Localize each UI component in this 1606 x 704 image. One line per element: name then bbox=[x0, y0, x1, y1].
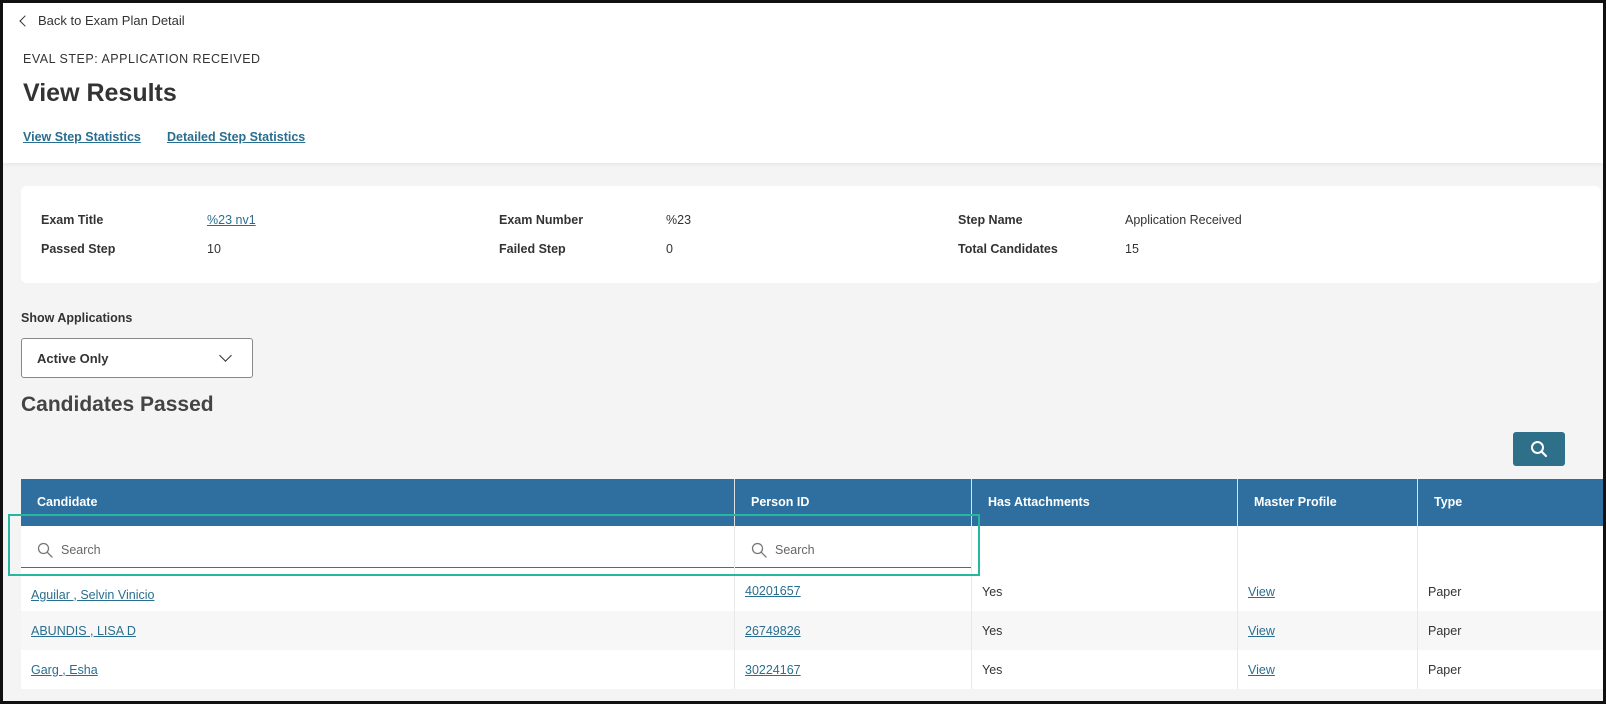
back-link[interactable]: Back to Exam Plan Detail bbox=[19, 13, 185, 28]
search-icon bbox=[37, 542, 53, 558]
attachments-cell: Yes bbox=[972, 611, 1238, 650]
step-name-value: Application Received bbox=[1125, 213, 1242, 227]
candidate-filter-cell: Search bbox=[21, 526, 735, 572]
show-applications-label: Show Applications bbox=[21, 311, 133, 325]
table-row: ABUNDIS , LISA D 26749826 Yes View Paper bbox=[21, 611, 1603, 650]
candidate-link[interactable]: Garg , Esha bbox=[31, 663, 98, 677]
column-header-person-id[interactable]: Person ID bbox=[735, 479, 972, 526]
eval-step-label: EVAL STEP: APPLICATION RECEIVED bbox=[23, 52, 261, 66]
master-profile-cell: View bbox=[1238, 572, 1418, 611]
person-id-cell: 30224167 bbox=[735, 650, 972, 689]
filter-cell-empty bbox=[1238, 526, 1418, 572]
master-profile-view-link[interactable]: View bbox=[1248, 585, 1275, 599]
candidate-cell: Aguilar , Selvin Vinicio bbox=[21, 572, 735, 611]
show-applications-select[interactable]: Active Only bbox=[21, 338, 253, 378]
page-header: Back to Exam Plan Detail EVAL STEP: APPL… bbox=[3, 3, 1603, 163]
search-button[interactable] bbox=[1513, 432, 1565, 466]
failed-step-value: 0 bbox=[666, 242, 673, 256]
person-id-cell: 26749826 bbox=[735, 611, 972, 650]
master-profile-view-link[interactable]: View bbox=[1248, 624, 1275, 638]
candidate-search-input[interactable]: Search bbox=[21, 532, 734, 568]
column-header-has-attachments[interactable]: Has Attachments bbox=[972, 479, 1238, 526]
filter-cell-empty bbox=[1418, 526, 1603, 572]
table-header: Candidate Person ID Has Attachments Mast… bbox=[21, 479, 1603, 526]
candidates-table: Candidate Person ID Has Attachments Mast… bbox=[21, 479, 1603, 689]
master-profile-view-link[interactable]: View bbox=[1248, 663, 1275, 677]
back-link-label: Back to Exam Plan Detail bbox=[38, 13, 185, 28]
column-header-master-profile[interactable]: Master Profile bbox=[1238, 479, 1418, 526]
person-id-cell: 40201657 bbox=[735, 572, 972, 611]
total-candidates-label: Total Candidates bbox=[958, 242, 1058, 256]
candidate-link[interactable]: Aguilar , Selvin Vinicio bbox=[31, 588, 154, 602]
column-header-type[interactable]: Type bbox=[1418, 479, 1603, 526]
type-cell: Paper bbox=[1428, 584, 1462, 599]
candidates-passed-title: Candidates Passed bbox=[21, 393, 214, 416]
table-row: Aguilar , Selvin Vinicio 40201657 Yes Vi… bbox=[21, 572, 1603, 611]
type-cell: Paper bbox=[1428, 623, 1462, 638]
search-icon bbox=[1531, 441, 1548, 458]
master-profile-cell: View bbox=[1238, 650, 1418, 689]
app-window: Back to Exam Plan Detail EVAL STEP: APPL… bbox=[0, 0, 1606, 704]
exam-number-value: %23 bbox=[666, 213, 692, 227]
step-name-label: Step Name bbox=[958, 213, 1023, 227]
exam-number-label: Exam Number bbox=[499, 213, 584, 227]
person-id-search-input[interactable]: Search bbox=[735, 532, 971, 568]
show-applications-value: Active Only bbox=[37, 350, 109, 366]
detailed-step-statistics-link[interactable]: Detailed Step Statistics bbox=[167, 130, 305, 144]
view-step-statistics-link[interactable]: View Step Statistics bbox=[23, 130, 141, 144]
chevron-left-icon bbox=[19, 14, 31, 27]
attachments-cell: Yes bbox=[972, 572, 1238, 611]
candidate-search-placeholder: Search bbox=[61, 542, 101, 557]
person-id-search-placeholder: Search bbox=[775, 542, 815, 557]
exam-summary-card: Exam Title %23 nv1 Exam Number %23 Step … bbox=[21, 186, 1601, 283]
table-filter-row: Search Search bbox=[21, 526, 1603, 572]
attachments-cell: Yes bbox=[972, 650, 1238, 689]
passed-step-value: 10 bbox=[207, 242, 221, 256]
total-candidates-value: 15 bbox=[1125, 242, 1139, 256]
candidate-cell: ABUNDIS , LISA D bbox=[21, 611, 735, 650]
passed-step-label: Passed Step bbox=[41, 242, 116, 256]
person-id-filter-cell: Search bbox=[735, 526, 972, 572]
candidate-link[interactable]: ABUNDIS , LISA D bbox=[31, 624, 136, 638]
master-profile-cell: View bbox=[1238, 611, 1418, 650]
column-header-candidate[interactable]: Candidate bbox=[21, 479, 735, 526]
filter-cell-empty bbox=[972, 526, 1238, 572]
chevron-down-icon bbox=[219, 349, 232, 362]
table-row: Garg , Esha 30224167 Yes View Paper bbox=[21, 650, 1603, 689]
type-cell: Paper bbox=[1428, 662, 1462, 677]
search-icon bbox=[751, 542, 767, 558]
exam-title-link[interactable]: %23 nv1 bbox=[207, 213, 256, 227]
page-title: View Results bbox=[23, 79, 177, 107]
person-id-link[interactable]: 30224167 bbox=[745, 663, 801, 677]
exam-title-label: Exam Title bbox=[41, 213, 104, 227]
person-id-link[interactable]: 26749826 bbox=[745, 624, 801, 638]
candidate-cell: Garg , Esha bbox=[21, 650, 735, 689]
person-id-link[interactable]: 40201657 bbox=[745, 584, 801, 598]
failed-step-label: Failed Step bbox=[499, 242, 566, 256]
